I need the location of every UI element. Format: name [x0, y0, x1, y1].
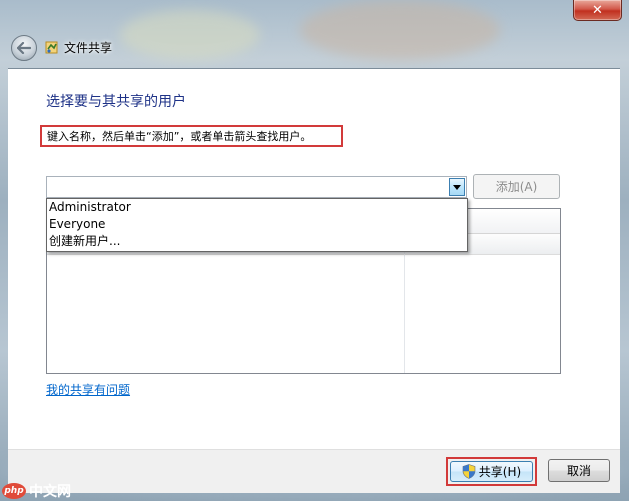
dropdown-option-create-user[interactable]: 创建新用户...	[47, 233, 467, 250]
close-icon: ✕	[592, 2, 603, 18]
button-bar: 共享(H) 取消	[8, 449, 620, 493]
watermark: php 中文网	[2, 481, 71, 501]
share-button-highlight: 共享(H)	[446, 457, 537, 486]
instruction-text: 键入名称，然后单击“添加”，或者单击箭头查找用户。	[40, 125, 343, 147]
instruction-label: 键入名称，然后单击“添加”，或者单击箭头查找用户。	[47, 130, 312, 143]
background-blur	[120, 10, 260, 60]
watermark-logo: php	[2, 483, 26, 499]
add-button[interactable]: 添加(A)	[473, 174, 560, 199]
uac-shield-icon	[462, 464, 476, 479]
watermark-text: 中文网	[29, 484, 71, 500]
back-button[interactable]	[11, 35, 37, 61]
add-button-label: 添加(A)	[495, 180, 538, 194]
file-sharing-icon	[45, 41, 58, 54]
close-button[interactable]: ✕	[573, 0, 622, 21]
chevron-down-icon	[453, 184, 461, 190]
user-name-combobox[interactable]	[46, 176, 467, 198]
user-dropdown-list[interactable]: Administrator Everyone 创建新用户...	[46, 198, 468, 252]
dropdown-option-administrator[interactable]: Administrator	[47, 199, 467, 216]
cancel-button[interactable]: 取消	[548, 459, 610, 482]
page-title: 选择要与其共享的用户	[46, 94, 186, 110]
help-link[interactable]: 我的共享有问题	[46, 381, 130, 398]
dropdown-button[interactable]	[449, 178, 465, 196]
share-button[interactable]: 共享(H)	[450, 461, 533, 482]
window-title: 文件共享	[64, 41, 113, 55]
background-blur	[300, 0, 500, 60]
dropdown-option-everyone[interactable]: Everyone	[47, 216, 467, 233]
share-button-label: 共享(H)	[478, 465, 522, 479]
cancel-button-label: 取消	[566, 464, 591, 478]
dialog-body: 选择要与其共享的用户 键入名称，然后单击“添加”，或者单击箭头查找用户。 添加(…	[8, 68, 620, 450]
back-arrow-icon	[17, 42, 31, 54]
